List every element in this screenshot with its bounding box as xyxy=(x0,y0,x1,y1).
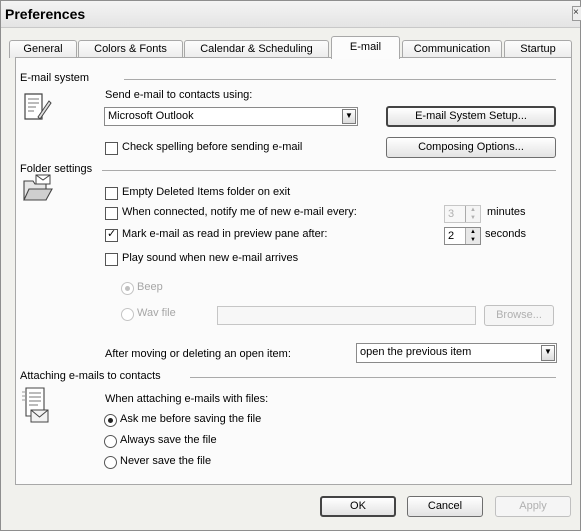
chevron-down-icon[interactable]: ▼ xyxy=(342,109,356,124)
tab-communication[interactable]: Communication xyxy=(402,40,502,58)
email-tab-panel: E-mail system Send e-mail to contacts us… xyxy=(15,57,572,485)
tab-colors-fonts[interactable]: Colors & Fonts xyxy=(78,40,183,58)
document-envelope-icon xyxy=(22,387,49,423)
ask-before-saving-label: Ask me before saving the file xyxy=(120,413,262,425)
notify-checkbox[interactable] xyxy=(105,207,118,220)
play-sound-checkbox[interactable] xyxy=(105,253,118,266)
tab-email[interactable]: E-mail xyxy=(331,36,400,59)
when-attaching-label: When attaching e-mails with files: xyxy=(105,393,269,405)
after-moving-select[interactable]: open the previous item ▼ xyxy=(356,343,557,363)
tab-startup[interactable]: Startup xyxy=(504,40,572,58)
never-save-label: Never save the file xyxy=(120,455,212,467)
chevron-down-icon[interactable]: ▼ xyxy=(541,345,555,361)
empty-deleted-checkbox[interactable] xyxy=(105,187,118,200)
ask-before-saving-radio[interactable] xyxy=(104,414,117,427)
notify-minutes-value: 3 xyxy=(448,208,455,220)
email-client-value: Microsoft Outlook xyxy=(108,110,194,122)
minutes-unit-label: minutes xyxy=(487,206,526,218)
section-divider xyxy=(190,377,556,378)
email-system-setup-button[interactable]: E-mail System Setup... xyxy=(386,106,556,127)
spinner-arrows-icon[interactable]: ▲ ▼ xyxy=(465,228,480,244)
beep-label: Beep xyxy=(137,281,163,293)
email-system-section-label: E-mail system xyxy=(20,72,90,84)
notepad-pen-icon xyxy=(24,93,52,120)
notify-minutes-spinner[interactable]: 3 ▲ ▼ xyxy=(444,205,481,223)
notify-label: When connected, notify me of new e-mail … xyxy=(122,206,357,218)
always-save-radio[interactable] xyxy=(104,435,117,448)
preferences-dialog: Preferences × General Colors & Fonts Cal… xyxy=(0,0,581,531)
mark-read-label: Mark e-mail as read in preview pane afte… xyxy=(122,228,328,240)
checkmark-icon: ✓ xyxy=(107,228,117,240)
mark-read-seconds-spinner[interactable]: 2 ▲ ▼ xyxy=(444,227,481,245)
send-using-label: Send e-mail to contacts using: xyxy=(105,89,253,101)
ok-button[interactable]: OK xyxy=(320,496,396,517)
spell-check-checkbox[interactable] xyxy=(105,142,118,155)
never-save-radio[interactable] xyxy=(104,456,117,469)
attaching-section-label: Attaching e-mails to contacts xyxy=(20,370,161,382)
close-icon[interactable]: × xyxy=(572,6,581,21)
tab-calendar-scheduling[interactable]: Calendar & Scheduling xyxy=(184,40,329,58)
mark-read-checkbox[interactable]: ✓ xyxy=(105,228,118,242)
after-moving-value: open the previous item xyxy=(360,346,472,358)
apply-button[interactable]: Apply xyxy=(495,496,571,517)
wav-file-label: Wav file xyxy=(137,307,176,319)
email-client-select[interactable]: Microsoft Outlook ▼ xyxy=(104,107,358,126)
play-sound-label: Play sound when new e-mail arrives xyxy=(122,252,299,264)
beep-radio[interactable] xyxy=(121,282,134,295)
window-title: Preferences xyxy=(5,6,86,22)
browse-button[interactable]: Browse... xyxy=(484,305,554,326)
composing-options-button[interactable]: Composing Options... xyxy=(386,137,556,158)
seconds-unit-label: seconds xyxy=(485,228,526,240)
cancel-button[interactable]: Cancel xyxy=(407,496,483,517)
title-bar[interactable]: Preferences × xyxy=(1,1,581,28)
section-divider xyxy=(102,170,556,171)
spinner-arrows-icon[interactable]: ▲ ▼ xyxy=(465,206,480,222)
always-save-label: Always save the file xyxy=(120,434,217,446)
after-moving-label: After moving or deleting an open item: xyxy=(105,348,291,360)
wav-file-input[interactable] xyxy=(217,306,476,325)
section-divider xyxy=(124,79,556,80)
open-folder-envelope-icon xyxy=(23,174,53,201)
mark-read-seconds-value: 2 xyxy=(448,230,455,242)
empty-deleted-label: Empty Deleted Items folder on exit xyxy=(122,186,291,198)
tab-general[interactable]: General xyxy=(9,40,77,58)
wav-file-radio[interactable] xyxy=(121,308,134,321)
spell-check-label: Check spelling before sending e-mail xyxy=(122,141,303,153)
